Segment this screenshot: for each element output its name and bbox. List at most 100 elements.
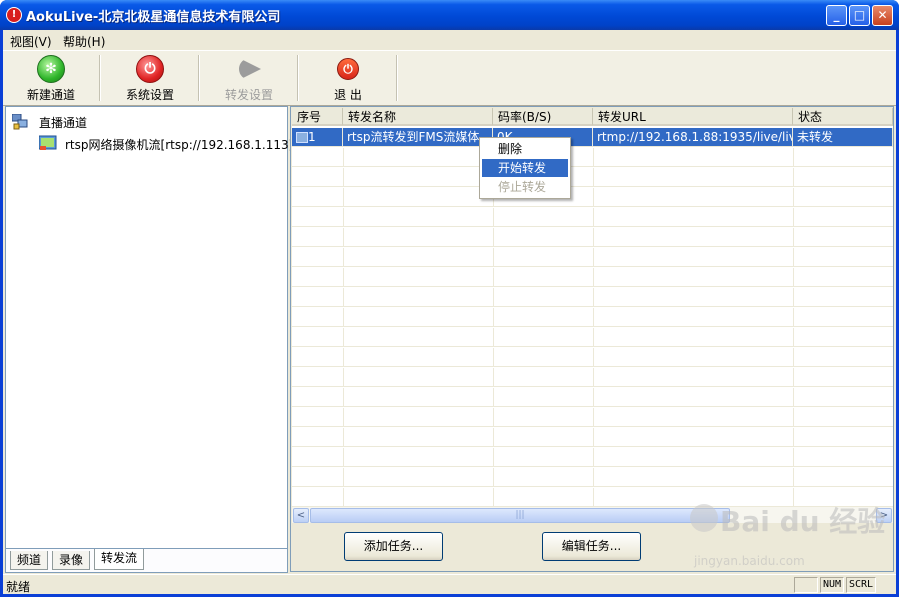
grid-line (343, 428, 344, 447)
grid-line (343, 468, 344, 487)
title-bar[interactable]: ! AokuLive-北京北极星通信息技术有限公司 _ □ ✕ (0, 0, 899, 30)
column-header-bitrate[interactable]: 码率(B/S) (493, 108, 593, 126)
grid-line (493, 228, 494, 247)
baidu-watermark: Bai du 经验 jingyan.baidu.com (690, 500, 885, 572)
grid-line (493, 408, 494, 427)
tab-recordings[interactable]: 录像 (52, 551, 91, 570)
grid-line (343, 328, 344, 347)
grid-line (793, 348, 794, 367)
close-button[interactable]: ✕ (872, 5, 893, 26)
grid-line (343, 228, 344, 247)
grid-line (793, 448, 794, 467)
grid-line (793, 168, 794, 187)
menu-help[interactable]: 帮助(H) (63, 33, 105, 50)
grid-line (793, 268, 794, 287)
grid-line (343, 448, 344, 467)
grid-line (493, 488, 494, 506)
grid-line (493, 328, 494, 347)
row-status-cell: 未转发 (793, 128, 893, 147)
grid-line (493, 208, 494, 227)
app-icon[interactable]: ! (6, 7, 22, 23)
system-settings-label: 系统设置 (125, 88, 174, 102)
column-header-url[interactable]: 转发URL (593, 108, 793, 126)
edit-task-button[interactable]: 编辑任务... (542, 532, 641, 561)
empty-row (292, 228, 893, 247)
grid-line (593, 388, 594, 407)
new-channel-label: 新建通道 (26, 88, 75, 102)
tab-forward-streams[interactable]: 转发流 (94, 549, 145, 570)
grid-line (593, 408, 594, 427)
grid-line (593, 348, 594, 367)
grid-line (593, 328, 594, 347)
paw-icon (690, 504, 718, 532)
grid-line (493, 288, 494, 307)
empty-row (292, 448, 893, 467)
toolbar-separator (297, 55, 299, 101)
grid-line (593, 448, 594, 467)
column-header-name[interactable]: 转发名称 (343, 108, 493, 126)
new-channel-button[interactable]: ✻ 新建通道 (3, 53, 99, 103)
grid-line (793, 368, 794, 387)
exit-button[interactable]: ⏻ 退 出 (300, 53, 396, 103)
grid-line (593, 308, 594, 327)
grid-line (593, 268, 594, 287)
scroll-thumb[interactable]: ||| (310, 508, 730, 523)
grid-line (343, 268, 344, 287)
network-icon (11, 113, 28, 130)
tab-channels[interactable]: 频道 (10, 551, 49, 570)
power-icon: ⏻ (337, 58, 359, 80)
status-pane-blank (794, 577, 818, 593)
table-row[interactable]: 1 rtsp流转发到FMS流媒体... 0K rtmp://192.168.1.… (292, 128, 893, 147)
tree-root-label[interactable]: 直播通道 (39, 114, 87, 131)
status-scrl: SCRL (846, 577, 876, 593)
grid-line (793, 248, 794, 267)
toolbar-separator (396, 55, 398, 101)
add-task-button[interactable]: 添加任务... (344, 532, 443, 561)
scroll-left-button[interactable]: < (293, 508, 309, 523)
context-menu: 删除 开始转发 停止转发 (479, 137, 571, 199)
row-name-cell: rtsp流转发到FMS流媒体... (343, 128, 493, 147)
grid-line (343, 208, 344, 227)
tree-child-label[interactable]: rtsp网络摄像机流[rtsp://192.168.1.113] (65, 136, 293, 153)
grid-line (493, 388, 494, 407)
grid-line (343, 288, 344, 307)
grid-line (343, 488, 344, 506)
grid-line (493, 248, 494, 267)
context-delete[interactable]: 删除 (482, 140, 568, 158)
forward-settings-button[interactable]: 转发设置 (201, 53, 297, 103)
grid-line (593, 168, 594, 187)
empty-row (292, 268, 893, 287)
task-grid[interactable]: 序号 转发名称 码率(B/S) 转发URL 状态 1 rtsp流转发到FMS流媒… (292, 108, 893, 506)
channel-tree[interactable]: 直播通道 rtsp网络摄像机流[rtsp://192.168.1.113] (5, 106, 293, 549)
grid-line (793, 208, 794, 227)
grid-line (493, 468, 494, 487)
menu-view[interactable]: 视图(V) (10, 33, 52, 50)
grid-line (593, 368, 594, 387)
new-channel-icon: ✻ (37, 55, 65, 83)
empty-row (292, 188, 893, 207)
grid-line (343, 388, 344, 407)
grid-line (343, 148, 344, 167)
system-settings-button[interactable]: ⏻ 系统设置 (102, 53, 198, 103)
row-index-cell: 1 (292, 128, 343, 147)
column-header-status[interactable]: 状态 (793, 108, 893, 126)
empty-row (292, 328, 893, 347)
grid-line (343, 188, 344, 207)
empty-row (292, 348, 893, 367)
grid-line (593, 228, 594, 247)
toolbar-separator (99, 55, 101, 101)
maximize-button[interactable]: □ (849, 5, 870, 26)
grid-line (793, 228, 794, 247)
context-start-forward[interactable]: 开始转发 (482, 159, 568, 177)
grid-line (793, 288, 794, 307)
grid-line (593, 248, 594, 267)
left-tab-strip: 频道 录像 转发流 (5, 549, 288, 573)
grid-line (493, 368, 494, 387)
minimize-button[interactable]: _ (826, 5, 847, 26)
forward-settings-label: 转发设置 (224, 88, 273, 102)
status-bar: 就绪 NUM SCRL (3, 574, 896, 594)
watermark-sub: jingyan.baidu.com (694, 554, 805, 568)
menu-bar: 视图(V) 帮助(H) (3, 30, 896, 50)
empty-row (292, 388, 893, 407)
column-header-index[interactable]: 序号 (292, 108, 343, 126)
